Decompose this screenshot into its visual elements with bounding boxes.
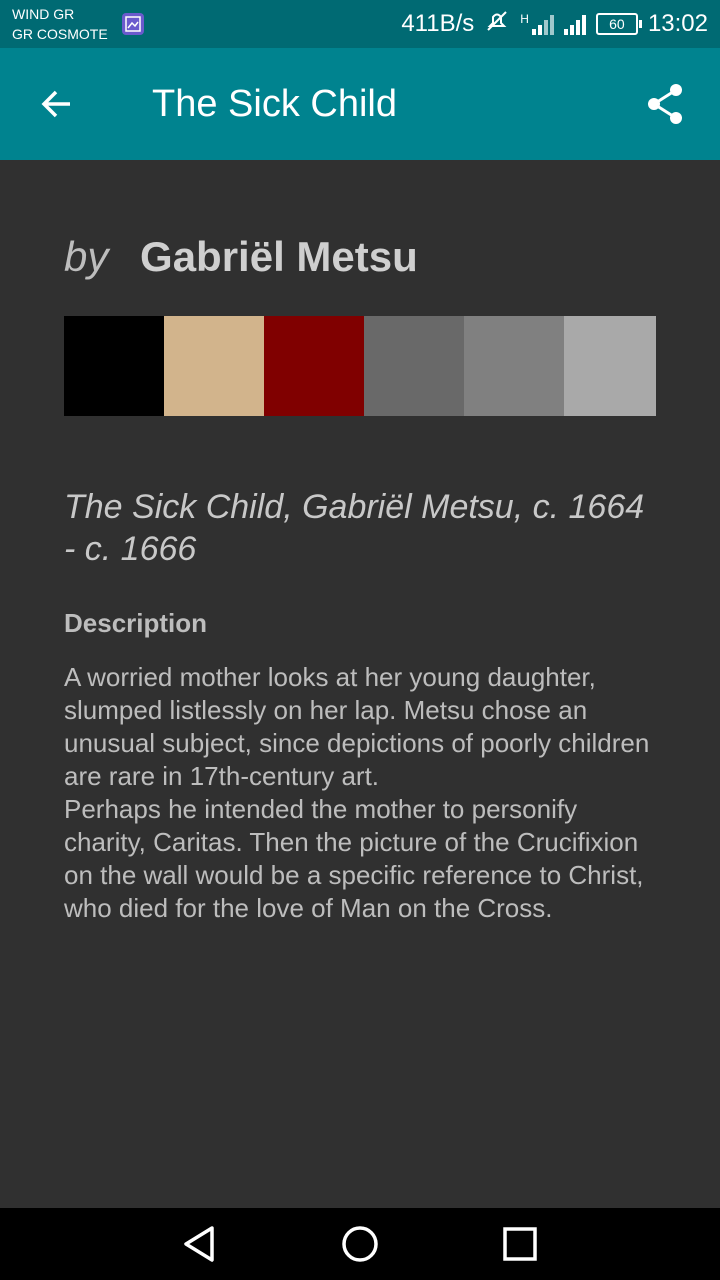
share-icon — [648, 84, 682, 124]
artist-name: Gabriël Metsu — [140, 233, 418, 280]
palette-swatch-3 — [264, 316, 364, 416]
page-title: The Sick Child — [152, 83, 397, 125]
nav-back-icon — [184, 1226, 214, 1262]
description-paragraph-1: A worried mother looks at her young daug… — [64, 662, 650, 791]
network-type: H — [520, 12, 529, 26]
palette-swatch-2 — [164, 316, 264, 416]
clock: 13:02 — [647, 10, 708, 37]
battery-icon: 60 — [595, 13, 642, 35]
artwork-caption: The Sick Child, Gabriël Metsu, c. 1664 -… — [64, 488, 645, 568]
nav-recents-icon — [503, 1227, 537, 1261]
gallery-notification-icon — [122, 13, 144, 35]
carrier-names: WIND GR GR COSMOTE — [12, 4, 108, 44]
nav-home-icon — [342, 1226, 378, 1262]
mute-icon — [484, 8, 510, 41]
color-palette — [64, 316, 656, 416]
nav-recents-button[interactable] — [500, 1224, 540, 1264]
network-speed: 411B/s — [401, 10, 475, 37]
status-indicators: 411B/s H 60 13:02 — [401, 8, 708, 40]
app-bar: The Sick Child — [0, 48, 720, 160]
description-paragraph-2: Perhaps he intended the mother to person… — [64, 794, 644, 923]
artist-line: by Gabriël Metsu — [64, 228, 418, 286]
palette-swatch-4 — [364, 316, 464, 416]
nav-home-button[interactable] — [340, 1224, 380, 1264]
by-prefix: by — [64, 233, 109, 280]
palette-swatch-5 — [464, 316, 564, 416]
palette-swatch-6 — [564, 316, 656, 416]
description-text: A worried mother looks at her young daug… — [64, 661, 664, 925]
share-button[interactable] — [638, 76, 694, 132]
nav-back-button[interactable] — [180, 1224, 220, 1264]
arrow-back-icon — [41, 90, 70, 118]
signal-2-icon — [563, 13, 586, 35]
system-nav-bar — [0, 1208, 720, 1280]
palette-swatch-1 — [64, 316, 164, 416]
status-bar: WIND GR GR COSMOTE 411B/s H 60 13:02 — [0, 0, 720, 48]
signal-1-icon — [531, 13, 554, 35]
back-button[interactable] — [28, 76, 84, 132]
description-heading: Description — [64, 608, 208, 638]
carrier-1: WIND GR — [12, 6, 75, 22]
carrier-2: GR COSMOTE — [12, 26, 108, 42]
